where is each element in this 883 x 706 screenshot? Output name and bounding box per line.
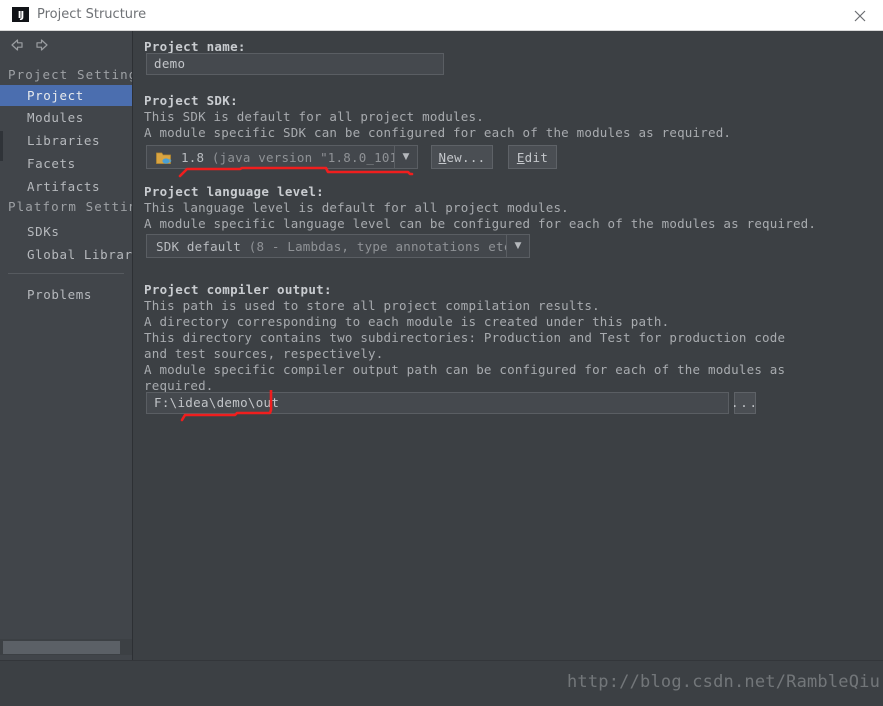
sidebar-item-modules[interactable]: Modules (0, 107, 132, 128)
project-sdk-version-detail: (java version "1.8.0_101") (211, 149, 394, 165)
sidebar-group-project-settings: Project Setting (8, 67, 133, 82)
project-sdk-version: 1.8 (181, 149, 205, 165)
sidebar-item-facets[interactable]: Facets (0, 153, 132, 174)
new-sdk-mnemonic: N (438, 149, 447, 165)
compiler-output-desc-line5: A module specific compiler output path c… (144, 362, 786, 377)
sidebar-group-platform-settings: Platform Settin (8, 199, 133, 214)
language-level-primary: SDK default (156, 238, 241, 254)
project-settings-panel: Project name: demo Project SDK: This SDK… (134, 31, 883, 660)
compiler-output-browse-button[interactable]: ... (731, 392, 757, 414)
sidebar-divider (8, 273, 124, 274)
compiler-output-label: Project compiler output: (144, 282, 332, 297)
project-sdk-desc-line2: A module specific SDK can be configured … (144, 125, 732, 140)
language-level-detail: (8 - Lambdas, type annotations etc.) (248, 238, 506, 254)
compiler-output-desc-line3: This directory contains two subdirectori… (144, 330, 786, 345)
compiler-output-path-input[interactable]: F:\idea\demo\out (146, 392, 729, 414)
title-bar: IJ Project Structure (0, 0, 883, 31)
compiler-output-desc-line2: A directory corresponding to each module… (144, 314, 670, 329)
window-title: Project Structure (37, 7, 147, 22)
java-sdk-folder-icon (156, 150, 172, 164)
settings-sidebar: Project Setting Platform Settin Project … (0, 31, 133, 660)
forward-arrow-icon[interactable] (33, 36, 51, 54)
close-glyph (854, 10, 866, 22)
back-arrow-icon[interactable] (8, 36, 26, 54)
project-sdk-chevron-down-icon[interactable]: ▼ (394, 146, 417, 168)
language-level-desc-line2: A module specific language level can be … (144, 216, 817, 231)
java-sdk-folder-glyph (156, 152, 172, 164)
intellij-logo-icon: IJ (12, 7, 29, 24)
forward-arrow-glyph (36, 39, 48, 51)
project-sdk-label: Project SDK: (144, 93, 238, 108)
project-name-label: Project name: (144, 39, 246, 54)
language-level-chevron-down-icon[interactable]: ▼ (506, 235, 529, 257)
project-structure-dialog: IJ Project Structure Project Setting Pla… (0, 0, 883, 706)
sidebar-item-project[interactable]: Project (0, 85, 132, 106)
language-level-label: Project language level: (144, 184, 324, 199)
language-level-value: SDK default (8 - Lambdas, type annotatio… (147, 239, 506, 254)
edit-sdk-mnemonic: E (516, 149, 525, 165)
sidebar-item-libraries[interactable]: Libraries (0, 130, 132, 151)
edit-sdk-button[interactable]: Edit (508, 145, 557, 169)
sidebar-horizontal-scrollbar-thumb[interactable] (3, 641, 120, 654)
project-name-input[interactable]: demo (146, 53, 444, 75)
dialog-footer: OK Cancel Help (0, 660, 883, 706)
new-sdk-rest: ew... (446, 149, 486, 165)
close-icon[interactable] (837, 0, 883, 30)
compiler-output-desc-line4: and test sources, respectively. (144, 346, 384, 361)
sidebar-item-artifacts[interactable]: Artifacts (0, 176, 132, 197)
project-sdk-value: 1.8 (java version "1.8.0_101") (172, 150, 394, 165)
language-level-desc-line1: This language level is default for all p… (144, 200, 569, 215)
sidebar-item-global-libraries[interactable]: Global Librarie (0, 244, 132, 265)
back-arrow-glyph (11, 39, 23, 51)
compiler-output-desc-line1: This path is used to store all project c… (144, 298, 600, 313)
edit-sdk-rest: dit (524, 149, 549, 165)
sidebar-nav-arrows (0, 31, 132, 58)
new-sdk-button[interactable]: New... (431, 145, 493, 169)
sidebar-item-problems[interactable]: Problems (0, 284, 132, 305)
sidebar-item-sdks[interactable]: SDKs (0, 221, 132, 242)
project-sdk-desc-line1: This SDK is default for all project modu… (144, 109, 484, 124)
project-sdk-combobox[interactable]: 1.8 (java version "1.8.0_101") ▼ (146, 145, 418, 169)
language-level-combobox[interactable]: SDK default (8 - Lambdas, type annotatio… (146, 234, 530, 258)
